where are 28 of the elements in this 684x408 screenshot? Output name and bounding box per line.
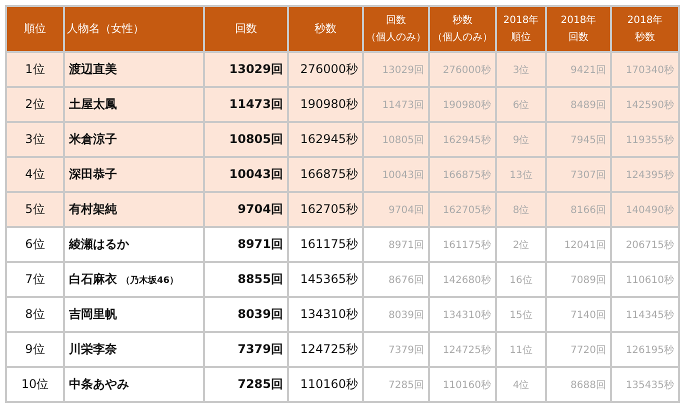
table-cell: 135435秒: [611, 367, 679, 402]
person-name: 渡辺直美: [69, 62, 117, 76]
person-name: 深田恭子: [69, 167, 117, 181]
table-cell: 110160秒: [288, 367, 363, 402]
column-header: 回数: [204, 6, 288, 52]
person-name: 綾瀬はるか: [69, 237, 129, 251]
table-cell: 4位: [496, 367, 546, 402]
column-header: 順位: [6, 6, 64, 52]
person-name: 吉岡里帆: [69, 307, 117, 321]
person-name: 土屋太鳳: [69, 97, 117, 111]
column-header: 回数 （個人のみ）: [363, 6, 429, 52]
person-name: 有村架純: [69, 202, 117, 216]
column-header: 2018年 順位: [496, 6, 546, 52]
table-cell: 10位: [6, 367, 64, 402]
column-header: 2018年 回数: [546, 6, 611, 52]
table-cell: 7285回: [204, 367, 288, 402]
person-name: 米倉涼子: [69, 132, 117, 146]
group-note: （乃木坂46）: [121, 276, 179, 286]
table-cell: 7285回: [363, 367, 429, 402]
table-cell: 8688回: [546, 367, 611, 402]
person-name: 川栄李奈: [69, 342, 117, 356]
column-header: 2018年 秒数: [611, 6, 679, 52]
column-header: 秒数 （個人のみ）: [429, 6, 496, 52]
person-name: 白石麻衣: [69, 272, 117, 286]
person-name: 中条あやみ: [69, 377, 129, 391]
column-header: 人物名（女性）: [64, 6, 204, 52]
table-cell: 110160秒: [429, 367, 496, 402]
column-header: 秒数: [288, 6, 363, 52]
